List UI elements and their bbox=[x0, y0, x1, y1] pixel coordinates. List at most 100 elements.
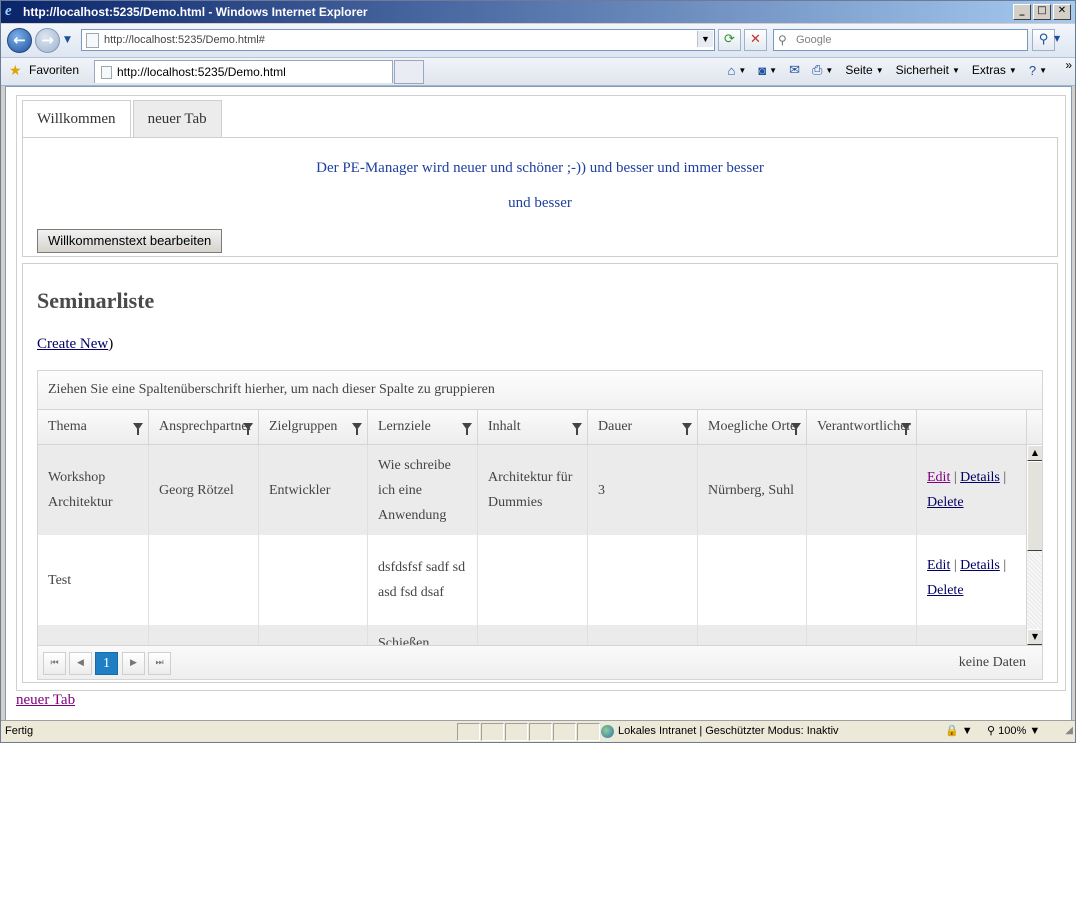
search-box[interactable]: ⚲ Google bbox=[773, 29, 1028, 51]
separator: | bbox=[1003, 470, 1007, 485]
column-header-lernziele[interactable]: Lernziele bbox=[368, 410, 478, 444]
cell-ansprechpartner bbox=[149, 535, 259, 625]
new-tab-button[interactable] bbox=[394, 60, 424, 84]
grouping-drop-area[interactable]: Ziehen Sie eine Spaltenüberschrift hierh… bbox=[38, 371, 1042, 410]
table-row: Workshop Architektur Georg Rötzel Entwic… bbox=[38, 445, 1026, 535]
mail-button[interactable]: ✉ bbox=[789, 62, 800, 78]
column-header-verantwortlicher[interactable]: Verantwortlicher bbox=[807, 410, 917, 444]
history-dropdown-icon[interactable]: ▼ bbox=[64, 35, 71, 45]
security-zone[interactable]: Lokales Intranet | Geschützter Modus: In… bbox=[601, 721, 839, 742]
create-new-link[interactable]: Create New bbox=[37, 336, 108, 352]
table-row: Test dsfdsfsf sadf sd asd fsd dsaf Edit … bbox=[38, 535, 1026, 625]
filter-icon[interactable] bbox=[682, 423, 692, 435]
welcome-text-line1: Der PE-Manager wird neuer und schöner ;-… bbox=[316, 160, 764, 176]
toolbar-overflow-button[interactable]: » bbox=[1065, 58, 1072, 72]
close-button[interactable]: ✕ bbox=[1053, 4, 1071, 20]
tab-willkommen[interactable]: Willkommen bbox=[22, 100, 131, 138]
details-link[interactable]: Details bbox=[960, 558, 1000, 573]
column-header-zielgruppen[interactable]: Zielgruppen bbox=[259, 410, 368, 444]
cell-verantwortlicher bbox=[807, 535, 917, 625]
rss-icon: ◙ bbox=[758, 62, 767, 78]
page-content: Willkommen neuer Tab Der PE-Manager wird… bbox=[5, 86, 1072, 721]
address-bar[interactable]: http://localhost:5235/Demo.html# ▼ bbox=[81, 29, 715, 51]
minimize-button[interactable]: _ bbox=[1013, 4, 1031, 20]
filter-icon[interactable] bbox=[572, 423, 582, 435]
page-number-current[interactable]: 1 bbox=[95, 652, 118, 675]
edit-link[interactable]: Edit bbox=[927, 558, 950, 573]
cell-verantwortlicher bbox=[807, 625, 917, 645]
tools-menu[interactable]: Extras ▼ bbox=[972, 63, 1017, 77]
favorites-button[interactable]: Favoriten bbox=[29, 63, 79, 77]
filter-icon[interactable] bbox=[462, 423, 472, 435]
cell-orte: Nürnberg, Suhl bbox=[698, 445, 807, 535]
scroll-down-button[interactable]: ▼ bbox=[1027, 629, 1042, 645]
tools-menu-label: Extras bbox=[971, 63, 1006, 77]
scroll-thumb[interactable] bbox=[1027, 461, 1042, 551]
resize-grip-icon[interactable]: ◢ bbox=[1065, 720, 1073, 741]
edit-link[interactable]: Edit bbox=[927, 470, 950, 485]
cell-ansprechpartner bbox=[149, 625, 259, 645]
separator: | bbox=[953, 470, 957, 485]
filter-icon[interactable] bbox=[243, 423, 253, 435]
print-button[interactable]: ⎙ ▼ bbox=[812, 62, 833, 78]
column-header-dauer[interactable]: Dauer bbox=[588, 410, 698, 444]
column-header-inhalt[interactable]: Inhalt bbox=[478, 410, 588, 444]
tab-strip: Willkommen neuer Tab bbox=[22, 100, 222, 138]
protected-mode-button[interactable]: 🔒 ▼ bbox=[945, 721, 973, 742]
zoom-control[interactable]: ⚲ 100% ▼ bbox=[987, 721, 1040, 742]
separator: | bbox=[953, 558, 957, 573]
column-header-ansprechpartner[interactable]: Ansprechpartner bbox=[149, 410, 259, 444]
cell-inhalt bbox=[478, 535, 588, 625]
seminar-grid: Ziehen Sie eine Spaltenüberschrift hierh… bbox=[37, 370, 1043, 680]
status-segment bbox=[481, 723, 504, 741]
first-page-button[interactable]: ⏮ bbox=[43, 652, 66, 675]
next-page-button[interactable]: ▶ bbox=[122, 652, 145, 675]
edit-welcome-button[interactable]: Willkommenstext bearbeiten bbox=[37, 229, 223, 253]
last-page-button[interactable]: ⏭ bbox=[148, 652, 171, 675]
browser-tab[interactable]: http://localhost:5235/Demo.html bbox=[94, 60, 393, 83]
tab-neuer-tab[interactable]: neuer Tab bbox=[132, 100, 222, 137]
back-button[interactable]: ← bbox=[7, 28, 32, 53]
welcome-text-line2: und besser bbox=[508, 195, 572, 211]
grid-pager: ⏮ ◀ 1 ▶ ⏭ keine Daten bbox=[38, 645, 1042, 679]
grid-scrollbar[interactable]: ▲ ▼ bbox=[1026, 445, 1042, 645]
scroll-up-button[interactable]: ▲ bbox=[1027, 445, 1042, 461]
address-url[interactable]: http://localhost:5235/Demo.html# bbox=[104, 30, 265, 50]
delete-link[interactable]: Delete bbox=[927, 495, 964, 510]
grid-header: Thema Ansprechpartner Zielgruppen Lernzi… bbox=[38, 410, 1042, 445]
favorites-star-icon[interactable]: ★ bbox=[9, 62, 22, 79]
grouping-hint: Ziehen Sie eine Spaltenüberschrift hierh… bbox=[48, 382, 495, 397]
lock-icon: 🔒 bbox=[945, 725, 959, 737]
cell-dauer: 3 bbox=[588, 445, 698, 535]
prev-page-button[interactable]: ◀ bbox=[69, 652, 92, 675]
filter-icon[interactable] bbox=[791, 423, 801, 435]
home-button[interactable]: ⌂ ▼ bbox=[728, 63, 747, 78]
filter-icon[interactable] bbox=[352, 423, 362, 435]
refresh-button[interactable]: ⟳ bbox=[718, 29, 741, 51]
feeds-button[interactable]: ◙ ▼ bbox=[758, 63, 777, 78]
neuer-tab-link[interactable]: neuer Tab bbox=[16, 692, 75, 708]
search-options-icon[interactable]: ▼ bbox=[1054, 29, 1064, 49]
cell-ansprechpartner: Georg Rötzel bbox=[149, 445, 259, 535]
tab-page-icon bbox=[101, 66, 112, 79]
status-text: Fertig bbox=[5, 725, 34, 737]
details-link[interactable]: Details bbox=[960, 470, 1000, 485]
filter-icon[interactable] bbox=[901, 423, 911, 435]
maximize-button[interactable]: □ bbox=[1033, 4, 1051, 20]
browser-tab-title: http://localhost:5235/Demo.html bbox=[117, 65, 286, 79]
stop-button[interactable]: ✕ bbox=[744, 29, 767, 51]
address-dropdown-icon[interactable]: ▼ bbox=[697, 31, 713, 47]
search-go-button[interactable]: ⚲ bbox=[1032, 29, 1055, 51]
search-provider-icon: ⚲ bbox=[778, 33, 787, 47]
help-icon: ? bbox=[1028, 62, 1037, 78]
help-button[interactable]: ? ▼ bbox=[1029, 63, 1047, 78]
column-header-thema[interactable]: Thema bbox=[38, 410, 149, 444]
page-title: Seminarliste bbox=[37, 288, 155, 313]
page-menu[interactable]: Seite ▼ bbox=[845, 63, 883, 77]
delete-link[interactable]: Delete bbox=[927, 583, 964, 598]
column-header-moegliche-orte[interactable]: Moegliche Orte bbox=[698, 410, 807, 444]
safety-menu[interactable]: Sicherheit ▼ bbox=[896, 63, 960, 77]
filter-icon[interactable] bbox=[133, 423, 143, 435]
cell-dauer bbox=[588, 625, 698, 645]
forward-button[interactable]: → bbox=[35, 28, 60, 53]
